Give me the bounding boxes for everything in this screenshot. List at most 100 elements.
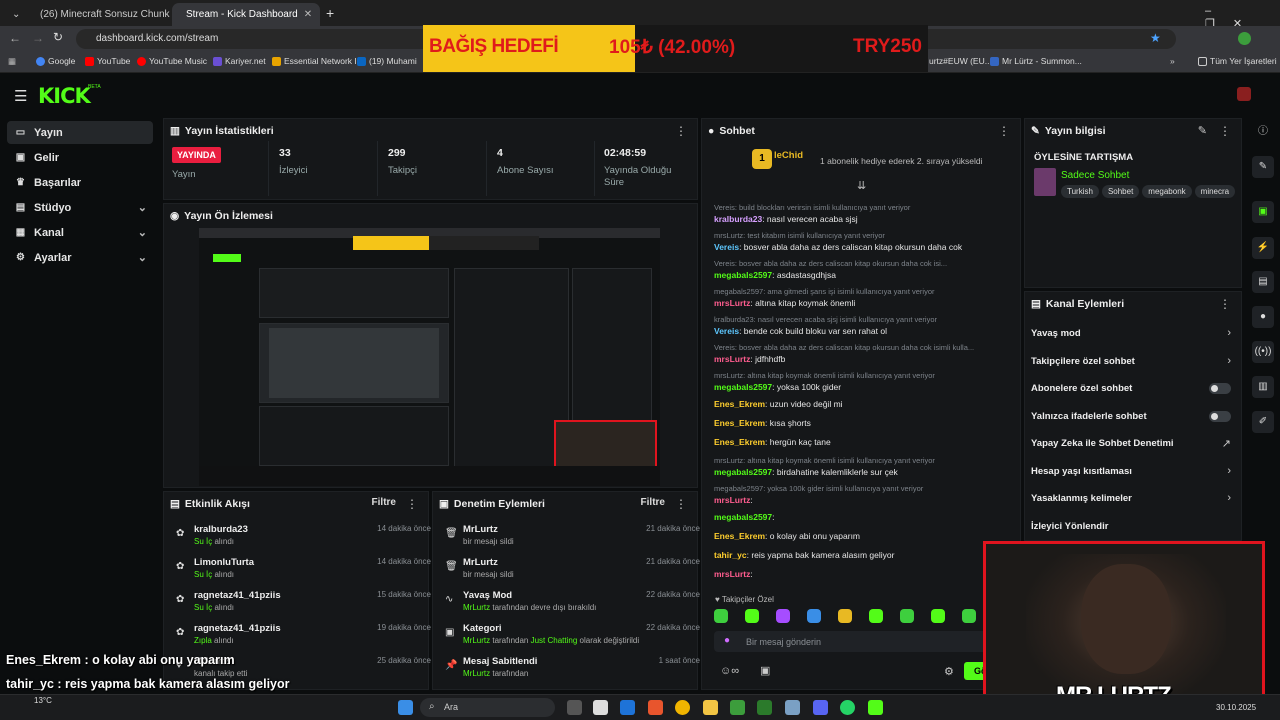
sidebar-item-basarilar[interactable]: ♛ Başarılar bbox=[7, 171, 153, 194]
chat-message[interactable]: mrsLurtz: bbox=[714, 569, 1010, 579]
top-gifter-name[interactable]: leChid bbox=[774, 150, 803, 161]
channel-action-item[interactable]: Takipçilere özel sohbet bbox=[1031, 356, 1135, 367]
hamburger-menu-icon[interactable]: ☰ bbox=[14, 87, 27, 105]
chat-input[interactable]: ● Bir mesaj gönderin bbox=[714, 631, 1010, 652]
bookmark-urtz[interactable]: urtz#EUW (EU... bbox=[929, 56, 992, 66]
chat-username[interactable]: mrsLurtz bbox=[714, 495, 750, 505]
bookmark-kariyer[interactable]: Kariyer.net bbox=[213, 56, 266, 66]
mic-icon[interactable]: ● bbox=[724, 635, 730, 646]
widgets-icon[interactable] bbox=[593, 700, 608, 715]
chat-username[interactable]: kralburda23 bbox=[714, 214, 762, 224]
close-icon[interactable]: ✕ bbox=[304, 9, 312, 20]
app-icon[interactable] bbox=[785, 700, 800, 715]
chat-username[interactable]: megabals2597 bbox=[714, 512, 772, 522]
sidebar-item-gelir[interactable]: ▣ Gelir bbox=[7, 146, 153, 169]
all-bookmarks[interactable]: Tüm Yer İşaretleri bbox=[1198, 56, 1277, 66]
chat-message[interactable]: Enes_Ekrem: kısa şhorts bbox=[714, 418, 1010, 428]
bookmark-essential[interactable]: Essential Network I... bbox=[272, 56, 364, 66]
edit-icon[interactable]: ✎ bbox=[1252, 156, 1274, 178]
chat-username[interactable]: megabals2597 bbox=[714, 270, 772, 280]
chevron-right-icon[interactable]: › bbox=[1227, 465, 1231, 477]
discord-icon[interactable] bbox=[813, 700, 828, 715]
emote-icon[interactable] bbox=[838, 609, 852, 623]
chat-username[interactable]: Enes_Ekrem bbox=[714, 531, 765, 541]
gift-icon[interactable]: ▣ bbox=[760, 664, 770, 677]
chat-username[interactable]: megabals2597 bbox=[714, 382, 772, 392]
chat-message[interactable]: Enes_Ekrem: o kolay abi onu yaparım bbox=[714, 531, 1010, 541]
chat-message[interactable]: Enes_Ekrem: uzun video değil mi bbox=[714, 399, 1010, 409]
filter-button[interactable]: Filtre bbox=[641, 497, 665, 508]
toggle-switch[interactable] bbox=[1209, 383, 1231, 394]
layout-icon[interactable]: ▥ bbox=[1252, 376, 1274, 398]
emote-icon[interactable] bbox=[776, 609, 790, 623]
tab-search-button[interactable]: ⌄ bbox=[4, 3, 24, 26]
forward-icon[interactable]: → bbox=[32, 31, 44, 45]
chat-message[interactable]: mrsLurtz: bbox=[714, 495, 1010, 505]
chat-username[interactable]: Vereis bbox=[714, 242, 739, 252]
bookmark-mr-lurtz[interactable]: Mr Lürtz - Summon... bbox=[990, 56, 1082, 66]
emote-icon[interactable] bbox=[962, 609, 976, 623]
chat-message[interactable]: kralburda23: nasıl verecen acaba sjsj bbox=[714, 214, 1010, 224]
gear-icon[interactable]: ⚙ bbox=[944, 665, 954, 678]
edit-icon[interactable]: ✎ bbox=[1198, 124, 1207, 137]
chat-username[interactable]: megabals2597 bbox=[714, 467, 772, 477]
emote-icon[interactable] bbox=[869, 609, 883, 623]
chat-message[interactable]: megabals2597: bbox=[714, 512, 1010, 522]
folder-icon[interactable] bbox=[703, 700, 718, 715]
sidebar-item-yayin[interactable]: ▭ Yayın bbox=[7, 121, 153, 144]
category-name[interactable]: Sadece Sohbet bbox=[1061, 170, 1129, 181]
stream-preview-video[interactable] bbox=[199, 228, 660, 486]
chevron-right-icon[interactable]: › bbox=[1227, 327, 1231, 339]
document-icon[interactable]: ▤ bbox=[1252, 271, 1274, 293]
chat-username[interactable]: Enes_Ekrem bbox=[714, 437, 765, 447]
more-options-icon[interactable]: ⋮ bbox=[998, 124, 1010, 138]
reload-icon[interactable]: ↻ bbox=[53, 30, 63, 44]
whatsapp-icon[interactable] bbox=[840, 700, 855, 715]
more-options-icon[interactable]: ⋮ bbox=[1219, 124, 1231, 138]
filter-button[interactable]: Filtre bbox=[372, 497, 396, 508]
chat-message[interactable]: tahir_yc: reis yapma bak kamera alasım g… bbox=[714, 550, 1010, 560]
windows-start-icon[interactable] bbox=[398, 700, 413, 715]
chat-username[interactable]: mrsLurtz bbox=[714, 569, 750, 579]
sidebar-item-kanal[interactable]: ▦ Kanal ⌄ bbox=[7, 221, 153, 244]
chat-message[interactable]: megabals2597: asdastasgdhjsa bbox=[714, 270, 1010, 280]
channel-action-item[interactable]: Abonelere özel sohbet bbox=[1031, 383, 1132, 394]
star-icon[interactable]: ★ bbox=[1150, 31, 1161, 45]
chat-username[interactable]: tahir_yc bbox=[714, 550, 747, 560]
bookmark-muhami[interactable]: (19) Muhami bbox=[357, 56, 417, 66]
apps-icon[interactable]: ▦ bbox=[8, 56, 16, 67]
sidebar-item-ayarlar[interactable]: ⚙ Ayarlar ⌄ bbox=[7, 246, 153, 269]
more-options-icon[interactable]: ⋮ bbox=[1219, 297, 1231, 311]
chrome-icon[interactable] bbox=[675, 700, 690, 715]
channel-action-item[interactable]: Yasaklanmış kelimeler bbox=[1031, 493, 1132, 504]
channel-action-item[interactable]: Yapay Zeka ile Sohbet Denetimi bbox=[1031, 438, 1174, 449]
broadcast-icon[interactable]: ((•)) bbox=[1252, 341, 1274, 363]
chat-message[interactable]: mrsLurtz: jdfhhdfb bbox=[714, 354, 1010, 364]
obs-icon[interactable] bbox=[868, 700, 883, 715]
profile-avatar[interactable] bbox=[1237, 87, 1251, 101]
wrench-icon[interactable]: ✐ bbox=[1252, 411, 1274, 433]
chat-message[interactable]: mrsLurtz: altına kitap koymak önemli bbox=[714, 298, 1010, 308]
info-icon[interactable]: ⓘ bbox=[1252, 121, 1274, 143]
emote-picker-icon[interactable]: ☺∞ bbox=[720, 665, 739, 677]
emote-icon[interactable] bbox=[931, 609, 945, 623]
chevron-right-icon[interactable]: › bbox=[1227, 492, 1231, 504]
emote-icon[interactable] bbox=[807, 609, 821, 623]
brave-icon[interactable] bbox=[648, 700, 663, 715]
mail-icon[interactable] bbox=[620, 700, 635, 715]
toggle-switch[interactable] bbox=[1209, 410, 1231, 422]
back-icon[interactable]: ← bbox=[9, 31, 21, 45]
taskbar-search[interactable]: ⌕ Ara bbox=[420, 698, 555, 717]
chat-username[interactable]: mrsLurtz bbox=[714, 354, 750, 364]
bookmark-google[interactable]: Google bbox=[36, 56, 75, 66]
more-options-icon[interactable]: ⋮ bbox=[406, 497, 418, 511]
chat-message[interactable]: megabals2597: yoksa 100k gider bbox=[714, 382, 1010, 392]
pinned-toggle-icon[interactable]: ⇊ bbox=[857, 179, 866, 192]
kick-logo[interactable]: KICK bbox=[38, 84, 91, 108]
bolt-icon[interactable]: ⚡ bbox=[1252, 237, 1274, 259]
bookmark-youtube[interactable]: YouTube bbox=[85, 56, 130, 66]
emote-icon[interactable] bbox=[745, 609, 759, 623]
chat-message[interactable]: megabals2597: birdahatine kalemliklerle … bbox=[714, 467, 1010, 477]
chat-message[interactable]: Vereis: bosver abla daha az ders calisca… bbox=[714, 242, 1010, 252]
chat-message[interactable]: Vereis: bende cok build bloku var sen ra… bbox=[714, 326, 1010, 336]
